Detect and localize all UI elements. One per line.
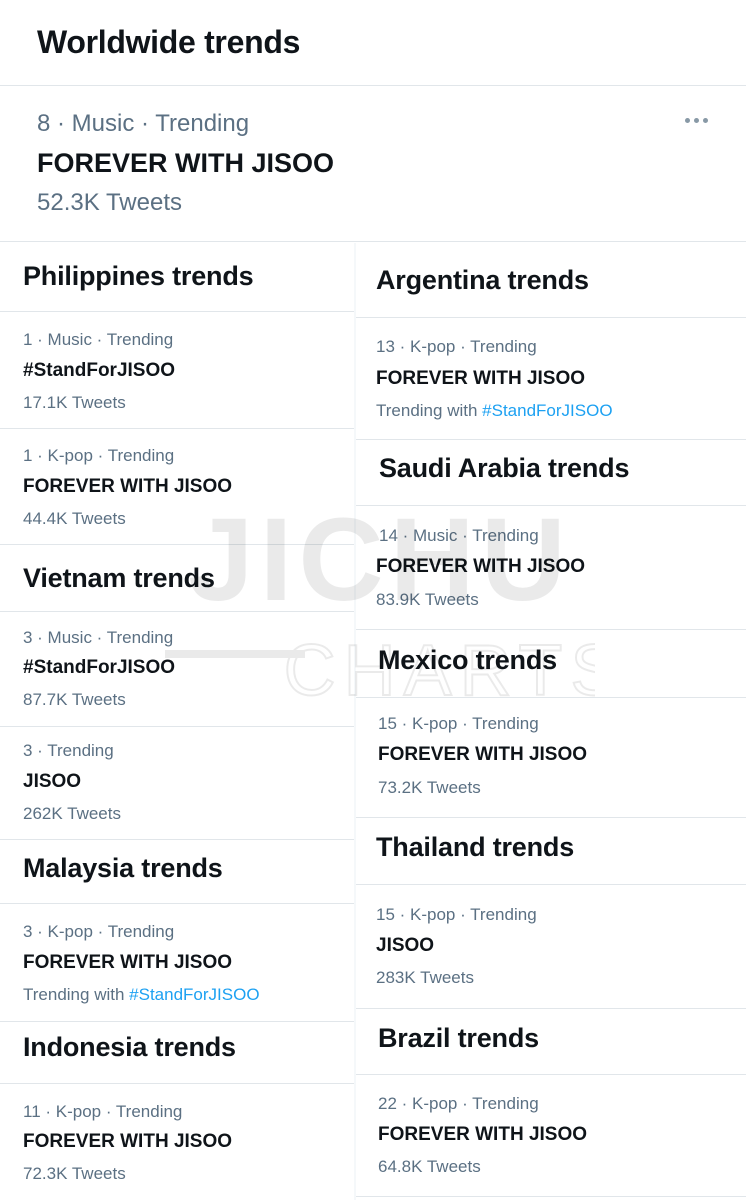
trend-meta: 15 · K-pop · Trending (378, 714, 539, 733)
trend-name: FOREVER WITH JISOO (23, 1131, 233, 1152)
trend-item[interactable]: 3 · Trending JISOO 262K Tweets (0, 727, 354, 840)
hashtag-link[interactable]: #StandForJISOO (129, 985, 259, 1004)
trend-item[interactable]: 11 · K-pop · Trending FOREVER WITH JISOO… (0, 1084, 354, 1200)
section-title: Philippines trends (23, 261, 254, 291)
section-title: Saudi Arabia trends (379, 453, 630, 483)
trend-name: #StandForJISOO (23, 657, 176, 678)
trend-tweet-count: 83.9K Tweets (376, 590, 479, 609)
section-header-brazil: Brazil trends (356, 1009, 746, 1075)
section-header-philippines: Philippines trends (0, 243, 354, 312)
trending-with-label: Trending with (376, 401, 483, 420)
trend-meta: 22 · K-pop · Trending (378, 1094, 539, 1113)
trend-meta: 1 · Music · Trending (23, 330, 174, 349)
trend-name: FOREVER WITH JISOO (378, 744, 588, 765)
trend-meta: 3 · Music · Trending (23, 628, 174, 647)
trend-item[interactable]: 3 · K-pop · Trending FOREVER WITH JISOO … (0, 904, 354, 1022)
trend-name: FOREVER WITH JISOO (376, 556, 586, 577)
trend-meta: 15 · K-pop · Trending (376, 905, 537, 924)
trend-name: FOREVER WITH JISOO (23, 952, 233, 973)
trend-name: FOREVER WITH JISOO (378, 1124, 588, 1145)
trend-meta: 3 · Trending (23, 741, 114, 760)
section-title: Mexico trends (378, 645, 557, 675)
section-title: Argentina trends (376, 265, 589, 295)
trend-tweet-count: 44.4K Tweets (23, 509, 126, 528)
trend-item[interactable]: 1 · K-pop · Trending FOREVER WITH JISOO … (0, 429, 354, 545)
more-dots-icon[interactable] (685, 118, 708, 123)
trend-name: FOREVER WITH JISOO (376, 368, 586, 389)
trend-context: Trending with #StandForJISOO (376, 401, 613, 421)
trend-tweet-count: 283K Tweets (376, 968, 474, 987)
trend-item[interactable]: 15 · K-pop · Trending JISOO 283K Tweets (356, 885, 746, 1009)
worldwide-trends-header: Worldwide trends (0, 0, 746, 86)
trend-tweet-count: 64.8K Tweets (378, 1157, 481, 1176)
trend-name: #StandForJISOO (23, 360, 176, 381)
trend-context: Trending with #StandForJISOO (23, 985, 260, 1005)
section-header-thailand: Thailand trends (356, 818, 746, 885)
trend-item[interactable]: 14 · Music · Trending FOREVER WITH JISOO… (356, 506, 746, 630)
trend-tweet-count: 17.1K Tweets (23, 393, 126, 412)
trend-item[interactable]: 3 · Music · Trending #StandForJISOO 87.7… (0, 612, 354, 727)
section-header-malaysia: Malaysia trends (0, 840, 354, 904)
trend-tweet-count: 87.7K Tweets (23, 690, 126, 709)
section-title: Thailand trends (376, 832, 575, 862)
section-header-saudi-arabia: Saudi Arabia trends (356, 440, 746, 506)
trending-with-label: Trending with (23, 985, 130, 1004)
trend-tweet-count: 73.2K Tweets (378, 778, 481, 797)
trend-item[interactable]: 1 · Music · Trending #StandForJISOO 17.1… (0, 312, 354, 429)
trend-meta: 13 · K-pop · Trending (376, 337, 537, 356)
page-title: Worldwide trends (37, 24, 301, 60)
section-title: Malaysia trends (23, 853, 223, 883)
trend-meta: 14 · Music · Trending (379, 526, 539, 545)
featured-trend[interactable]: 8 · Music · Trending FOREVER WITH JISOO … (0, 86, 746, 242)
trend-name: FOREVER WITH JISOO (23, 476, 233, 497)
trend-meta: 3 · K-pop · Trending (23, 922, 175, 941)
trend-tweet-count: 52.3K Tweets (37, 189, 182, 216)
section-header-indonesia: Indonesia trends (0, 1022, 354, 1084)
trend-meta: 8 · Music · Trending (37, 110, 250, 137)
trend-tweet-count: 262K Tweets (23, 804, 121, 823)
trend-name: JISOO (23, 771, 82, 792)
section-title: Brazil trends (378, 1023, 539, 1053)
section-header-vietnam: Vietnam trends (0, 545, 354, 612)
trend-tweet-count: 72.3K Tweets (23, 1164, 126, 1183)
trend-meta: 11 · K-pop · Trending (23, 1102, 183, 1121)
section-title: Indonesia trends (23, 1032, 236, 1062)
trend-name: FOREVER WITH JISOO (37, 148, 335, 178)
section-header-mexico: Mexico trends (356, 630, 746, 698)
trend-meta: 1 · K-pop · Trending (23, 446, 175, 465)
section-title: Vietnam trends (23, 563, 215, 593)
trend-name: JISOO (376, 935, 435, 956)
section-header-argentina: Argentina trends (356, 243, 746, 318)
trend-item[interactable]: 15 · K-pop · Trending FOREVER WITH JISOO… (356, 698, 746, 818)
trend-item[interactable]: 13 · K-pop · Trending FOREVER WITH JISOO… (356, 318, 746, 440)
hashtag-link[interactable]: #StandForJISOO (482, 401, 612, 420)
trend-item[interactable]: 22 · K-pop · Trending FOREVER WITH JISOO… (356, 1075, 746, 1197)
